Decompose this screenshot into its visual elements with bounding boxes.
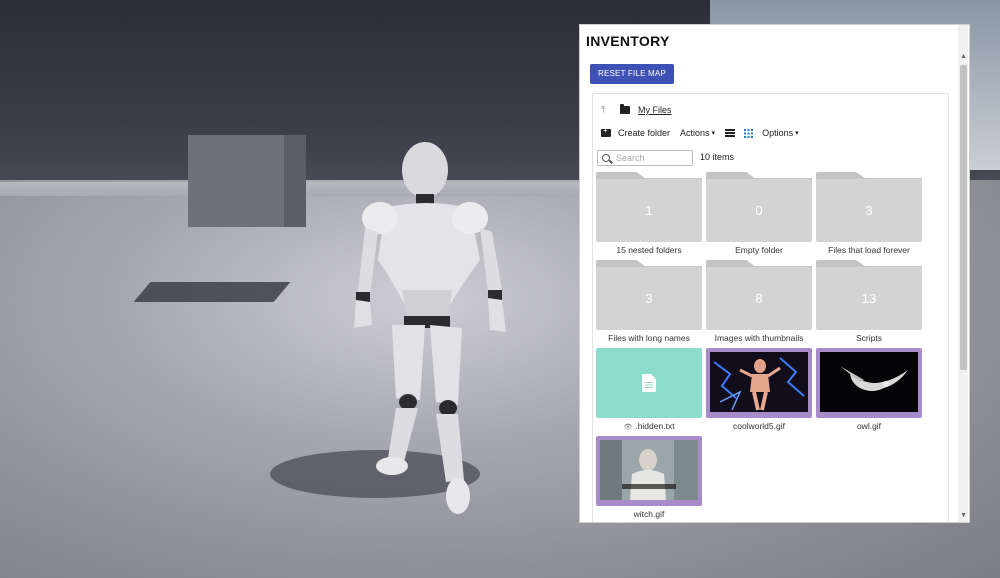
folder-name: Scripts [856, 333, 882, 343]
create-folder-button[interactable]: Create folder [601, 126, 671, 138]
search-field[interactable] [597, 150, 693, 166]
file-name: coolworld5.gif [733, 421, 785, 431]
file-name: 👁 .hidden.txt [592, 421, 706, 431]
folder-name: Empty folder [735, 245, 783, 255]
folder-tile[interactable]: 8 Images with thumbnails [706, 260, 812, 348]
folder-tile[interactable]: 1 15 nested folders [596, 172, 702, 260]
gif-thumbnail-image [820, 352, 918, 412]
folder-item-count: 3 [865, 203, 873, 218]
file-tile[interactable]: 👁 .hidden.txt [596, 348, 702, 436]
search-input[interactable] [616, 153, 686, 163]
folder-item-count: 3 [645, 291, 653, 306]
arrow-up-icon[interactable]: ⤒ [601, 105, 615, 116]
file-name: witch.gif [633, 509, 665, 519]
file-browser: ⤒ My Files Create folder Actions ▾ Optio… [592, 93, 949, 522]
search-icon [602, 154, 610, 162]
file-tile[interactable]: witch.gif [596, 436, 702, 522]
folder-icon [620, 104, 630, 114]
folder-item-count: 13 [861, 291, 877, 306]
folder-icon: 8 [706, 260, 812, 330]
document-icon [642, 374, 656, 392]
folder-icon: 1 [596, 172, 702, 242]
create-folder-label: Create folder [618, 128, 671, 138]
new-folder-icon [601, 126, 611, 137]
gif-thumbnail-image [600, 440, 698, 500]
breadcrumb: ⤒ My Files [601, 103, 672, 117]
folder-tile[interactable]: 3 Files that load forever [816, 172, 922, 260]
folder-icon: 3 [816, 172, 922, 242]
file-tile[interactable]: owl.gif [816, 348, 922, 436]
cube-shadow [133, 282, 291, 302]
folder-tile[interactable]: 0 Empty folder [706, 172, 812, 260]
reset-file-map-button[interactable]: RESET FILE MAP [590, 64, 674, 84]
scrollbar-thumb[interactable] [960, 65, 967, 370]
file-tile[interactable]: coolworld5.gif [706, 348, 812, 436]
folder-icon: 3 [596, 260, 702, 330]
scroll-up-icon[interactable]: ▲ [960, 53, 967, 60]
folder-item-count: 0 [755, 203, 763, 218]
image-file-thumbnail [706, 348, 812, 418]
image-file-thumbnail [596, 436, 702, 506]
breadcrumb-my-files[interactable]: My Files [638, 105, 672, 115]
horizon-wall [0, 182, 640, 196]
gif-thumbnail-image [710, 352, 808, 412]
grid-view-icon[interactable] [744, 128, 754, 138]
chevron-down-icon: ▾ [711, 130, 716, 137]
folder-tile[interactable]: 13 Scripts [816, 260, 922, 348]
hidden-eye-icon: 👁 [623, 424, 633, 431]
folder-item-count: 8 [755, 291, 763, 306]
mannequin-character [354, 142, 506, 514]
cube [188, 135, 306, 227]
inventory-panel: INVENTORY RESET FILE MAP ⤒ My Files Crea… [579, 24, 970, 523]
chevron-down-icon: ▾ [795, 130, 799, 137]
file-name: owl.gif [856, 421, 882, 431]
image-file-thumbnail [816, 348, 922, 418]
folder-item-count: 1 [645, 203, 653, 218]
file-name-text: .hidden.txt [635, 421, 675, 431]
folder-name: Files with long names [608, 333, 690, 343]
panel-title: INVENTORY [586, 33, 670, 49]
actions-label: Actions [680, 128, 710, 138]
list-view-icon[interactable] [725, 129, 736, 137]
options-label: Options [762, 128, 794, 138]
text-file-thumbnail [596, 348, 702, 418]
folder-icon: 0 [706, 172, 812, 242]
scroll-down-icon[interactable]: ▼ [960, 512, 967, 519]
folder-name: Images with thumbnails [714, 333, 804, 343]
folder-name: Files that load forever [828, 245, 910, 255]
actions-dropdown[interactable]: Actions ▾ [680, 128, 715, 138]
folder-name: 15 nested folders [616, 245, 682, 255]
file-toolbar: Create folder Actions ▾ Options ▾ [601, 126, 809, 140]
folder-icon: 13 [816, 260, 922, 330]
item-count: 10 items [700, 152, 735, 162]
folder-tile[interactable]: 3 Files with long names [596, 260, 702, 348]
options-dropdown[interactable]: Options ▾ [762, 128, 799, 138]
